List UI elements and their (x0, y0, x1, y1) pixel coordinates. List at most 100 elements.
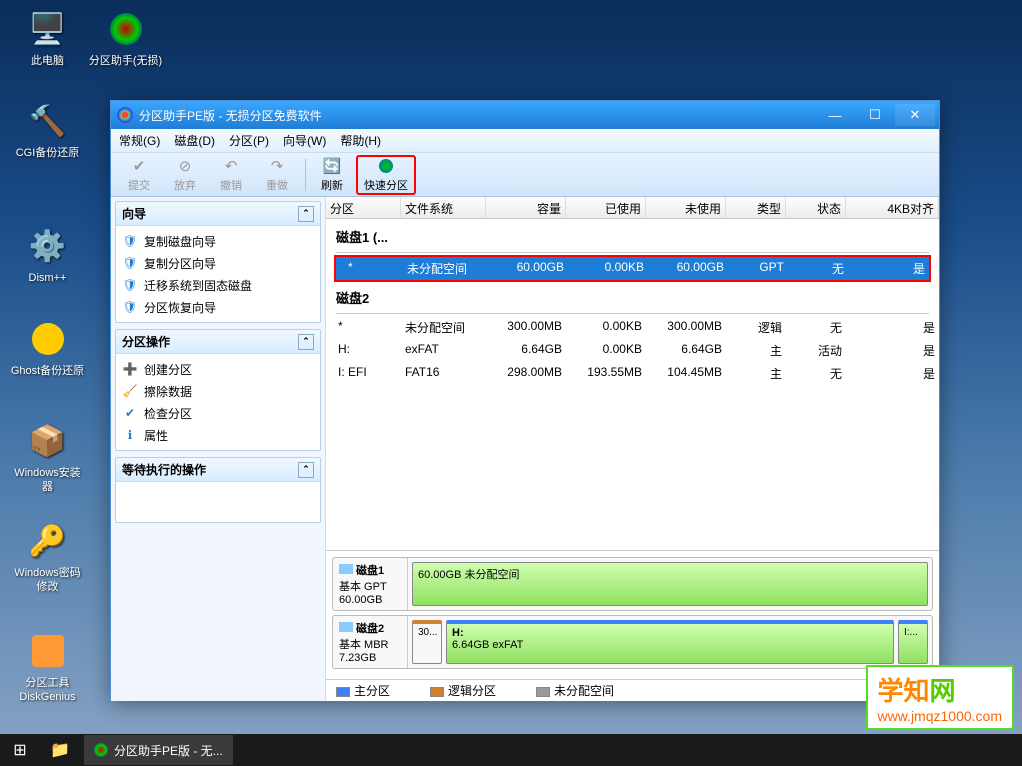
refresh-button[interactable]: 🔄刷新 (310, 155, 354, 195)
main-content: 分区 文件系统 容量 已使用 未使用 类型 状态 4KB对齐 磁盘1 (... … (326, 197, 939, 701)
table-row[interactable]: I: EFI FAT16 298.00MB 193.55MB 104.45MB … (326, 362, 939, 385)
disk-icon (339, 564, 353, 574)
separator (305, 159, 306, 191)
col-status[interactable]: 状态 (786, 197, 846, 218)
col-filesystem[interactable]: 文件系统 (401, 197, 486, 218)
pending-panel: 等待执行的操作 ⌃ (115, 457, 321, 523)
menu-general[interactable]: 常规(G) (119, 132, 160, 149)
shield-icon: 🛡 (122, 277, 138, 293)
ghost-icon (27, 318, 69, 360)
partition-assistant-window: 分区助手PE版 - 无损分区免费软件 — ☐ ✕ 常规(G) 磁盘(D) 分区(… (110, 100, 940, 700)
sidebar: 向导 ⌃ 🛡复制磁盘向导 🛡复制分区向导 🛡迁移系统到固态磁盘 🛡分区恢复向导 分… (111, 197, 326, 701)
monitor-icon: 🖥️ (27, 8, 69, 50)
partition-block[interactable]: 30... (412, 620, 442, 664)
disk-icon (27, 630, 69, 672)
menu-wizard[interactable]: 向导(W) (283, 132, 326, 149)
check-icon: ✔ (122, 405, 138, 421)
op-check-partition[interactable]: ✔检查分区 (116, 402, 320, 424)
window-title: 分区助手PE版 - 无损分区免费软件 (139, 107, 322, 124)
table-header: 分区 文件系统 容量 已使用 未使用 类型 状态 4KB对齐 (326, 197, 939, 219)
desktop-icon-dism[interactable]: ⚙️Dism++ (10, 225, 85, 285)
hammer-icon: 🔨 (27, 100, 69, 142)
maximize-button[interactable]: ☐ (855, 104, 895, 126)
col-unused[interactable]: 未使用 (646, 197, 726, 218)
collapse-icon[interactable]: ⌃ (298, 462, 314, 478)
op-properties[interactable]: ℹ属性 (116, 424, 320, 446)
taskbar-item-active[interactable]: 分区助手PE版 - 无... (84, 735, 233, 765)
legend-primary: 主分区 (336, 682, 390, 699)
disk2-visual[interactable]: 磁盘2 基本 MBR 7.23GB 30... H: 6.64GB exFAT … (332, 615, 933, 669)
key-icon: 🔑 (27, 520, 69, 562)
wizard-migrate-ssd[interactable]: 🛡迁移系统到固态磁盘 (116, 274, 320, 296)
commit-button[interactable]: ✔提交 (117, 155, 161, 195)
gear-icon: ⚙️ (27, 225, 69, 267)
partition-icon (377, 157, 395, 175)
col-used[interactable]: 已使用 (566, 197, 646, 218)
panel-title: 等待执行的操作 (122, 461, 206, 478)
legend-logical: 逻辑分区 (430, 682, 496, 699)
partition-block[interactable]: I:... (898, 620, 928, 664)
titlebar[interactable]: 分区助手PE版 - 无损分区免费软件 — ☐ ✕ (111, 101, 939, 129)
partition-block[interactable]: 60.00GB 未分配空间 (412, 562, 928, 606)
col-capacity[interactable]: 容量 (486, 197, 566, 218)
operations-panel: 分区操作⌃ ➕创建分区 🧹擦除数据 ✔检查分区 ℹ属性 (115, 329, 321, 451)
menu-partition[interactable]: 分区(P) (229, 132, 269, 149)
cancel-icon: ⊘ (176, 157, 194, 175)
watermark: 学知网 www.jmqz1000.com (866, 665, 1015, 730)
table-row[interactable]: * 未分配空间 60.00GB 0.00KB 60.00GB GPT 无 是 (336, 257, 929, 280)
minimize-button[interactable]: — (815, 104, 855, 126)
desktop-icon-diskgenius[interactable]: 分区工具DiskGenius (10, 630, 85, 705)
plus-icon: ➕ (122, 361, 138, 377)
menu-help[interactable]: 帮助(H) (340, 132, 381, 149)
selected-row-highlight: * 未分配空间 60.00GB 0.00KB 60.00GB GPT 无 是 (334, 255, 931, 282)
legend-unallocated: 未分配空间 (536, 682, 614, 699)
disk-icon (339, 622, 353, 632)
col-partition[interactable]: 分区 (326, 197, 401, 218)
wizard-partition-recovery[interactable]: 🛡分区恢复向导 (116, 296, 320, 318)
disk1-label: 磁盘1 (... (326, 223, 939, 250)
undo-button[interactable]: ↶撤销 (209, 155, 253, 195)
desktop-icon-windows-installer[interactable]: 📦Windows安装器 (10, 420, 85, 495)
wizard-copy-partition[interactable]: 🛡复制分区向导 (116, 252, 320, 274)
op-wipe-data[interactable]: 🧹擦除数据 (116, 380, 320, 402)
op-create-partition[interactable]: ➕创建分区 (116, 358, 320, 380)
desktop-icon-password-reset[interactable]: 🔑Windows密码修改 (10, 520, 85, 595)
shield-icon: 🛡 (122, 299, 138, 315)
installer-icon: 📦 (27, 420, 69, 462)
partition-block[interactable]: H: 6.64GB exFAT (446, 620, 894, 664)
menubar: 常规(G) 磁盘(D) 分区(P) 向导(W) 帮助(H) (111, 129, 939, 153)
broom-icon: 🧹 (122, 383, 138, 399)
collapse-icon[interactable]: ⌃ (298, 206, 314, 222)
redo-button[interactable]: ↷重做 (255, 155, 299, 195)
redo-icon: ↷ (268, 157, 286, 175)
shield-icon: 🛡 (122, 233, 138, 249)
disk-visual: 磁盘1 基本 GPT 60.00GB 60.00GB 未分配空间 磁盘2 (326, 550, 939, 679)
desktop-icon-partition-assistant[interactable]: 分区助手(无损) (88, 8, 163, 68)
quick-partition-button[interactable]: 快速分区 (356, 155, 416, 195)
col-align[interactable]: 4KB对齐 (846, 197, 939, 218)
partition-table: 磁盘1 (... * 未分配空间 60.00GB 0.00KB 60.00GB … (326, 219, 939, 550)
check-icon: ✔ (130, 157, 148, 175)
refresh-icon: 🔄 (323, 157, 341, 175)
disk2-label: 磁盘2 (326, 284, 939, 311)
table-row[interactable]: H: exFAT 6.64GB 0.00KB 6.64GB 主 活动 是 (326, 339, 939, 362)
discard-button[interactable]: ⊘放弃 (163, 155, 207, 195)
shield-icon: 🛡 (122, 255, 138, 271)
wizard-copy-disk[interactable]: 🛡复制磁盘向导 (116, 230, 320, 252)
desktop-icon-this-pc[interactable]: 🖥️此电脑 (10, 8, 85, 68)
menu-disk[interactable]: 磁盘(D) (174, 132, 215, 149)
file-explorer-button[interactable]: 📁 (40, 734, 80, 766)
table-row[interactable]: * 未分配空间 300.00MB 0.00KB 300.00MB 逻辑 无 是 (326, 316, 939, 339)
desktop-icon-cgi-backup[interactable]: 🔨CGI备份还原 (10, 100, 85, 160)
info-icon: ℹ (122, 427, 138, 443)
panel-title: 向导 (122, 205, 146, 222)
disk1-visual[interactable]: 磁盘1 基本 GPT 60.00GB 60.00GB 未分配空间 (332, 557, 933, 611)
app-icon (94, 743, 108, 757)
collapse-icon[interactable]: ⌃ (298, 334, 314, 350)
col-type[interactable]: 类型 (726, 197, 786, 218)
undo-icon: ↶ (222, 157, 240, 175)
taskbar: ⊞ 📁 分区助手PE版 - 无... (0, 734, 1022, 766)
desktop-icon-ghost[interactable]: Ghost备份还原 (10, 318, 85, 378)
close-button[interactable]: ✕ (895, 104, 935, 126)
start-button[interactable]: ⊞ (0, 734, 40, 766)
